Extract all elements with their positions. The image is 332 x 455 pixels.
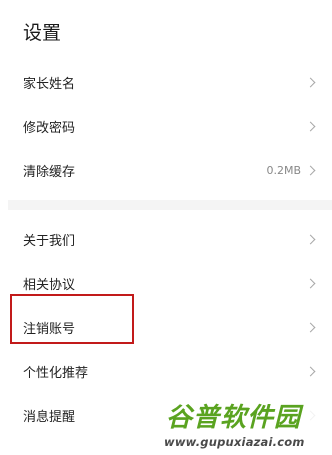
- chevron-right-icon: [305, 77, 316, 87]
- settings-item-label: 清除缓存: [23, 164, 76, 180]
- settings-group-1: 家长姓名 修改密码 清除缓存 0.2MB: [0, 60, 332, 192]
- page-title: 设置: [23, 22, 62, 44]
- settings-item-agreements[interactable]: 相关协议: [0, 261, 332, 305]
- settings-item-label: 个性化推荐: [23, 365, 89, 381]
- settings-item-delete-account[interactable]: 注销账号: [0, 305, 332, 349]
- watermark: 谷普软件园 www.gupuxiazai.com: [160, 397, 332, 455]
- settings-item-label: 家长姓名: [23, 76, 76, 92]
- section-divider: [8, 200, 332, 210]
- settings-item-label: 关于我们: [23, 233, 76, 249]
- settings-item-about-us[interactable]: 关于我们: [0, 217, 332, 261]
- chevron-right-icon: [305, 366, 316, 376]
- settings-item-label: 注销账号: [23, 321, 76, 337]
- settings-item-change-password[interactable]: 修改密码: [0, 104, 332, 148]
- watermark-logo-text: 谷普软件园: [166, 403, 302, 433]
- chevron-right-icon: [305, 165, 316, 175]
- settings-item-parent-name[interactable]: 家长姓名: [0, 60, 332, 104]
- chevron-right-icon: [305, 322, 316, 332]
- cache-size-value: 0.2MB: [266, 163, 301, 177]
- chevron-right-icon: [305, 121, 316, 131]
- chevron-right-icon: [305, 234, 316, 244]
- settings-item-personalized-recommendation[interactable]: 个性化推荐: [0, 349, 332, 393]
- settings-item-label: 相关协议: [23, 277, 76, 293]
- chevron-right-icon: [305, 278, 316, 288]
- settings-item-clear-cache[interactable]: 清除缓存 0.2MB: [0, 148, 332, 192]
- settings-item-label: 修改密码: [23, 120, 76, 136]
- watermark-url: www.gupuxiazai.com: [164, 435, 305, 449]
